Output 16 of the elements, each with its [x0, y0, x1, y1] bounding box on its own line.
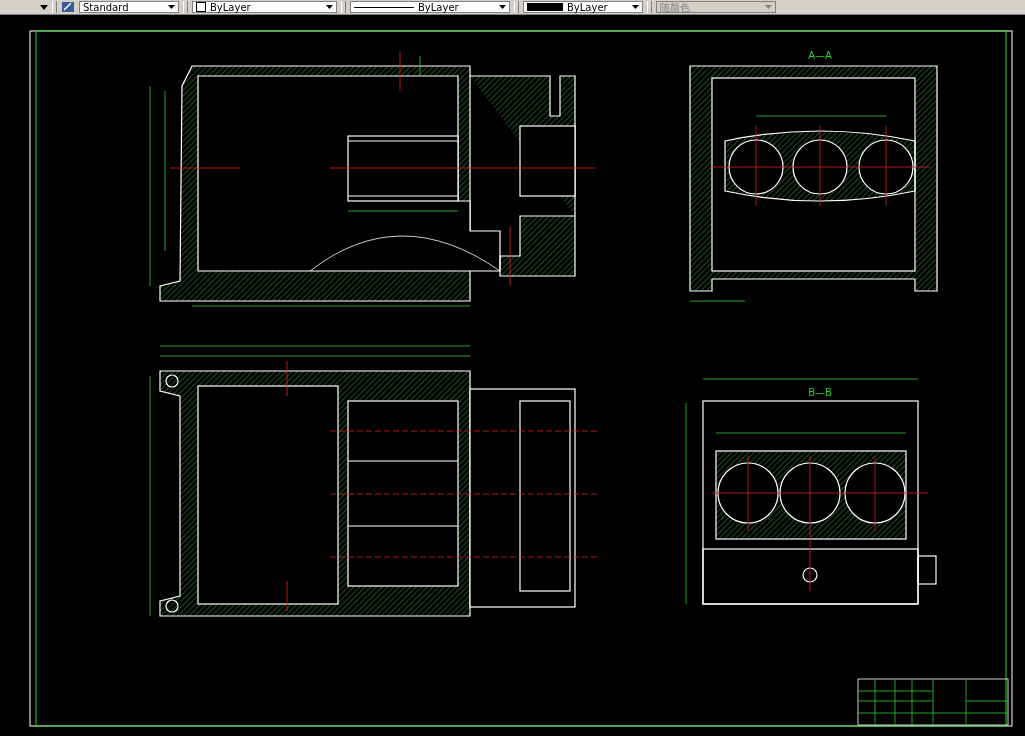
- dropdown-arrow-icon: [499, 5, 506, 9]
- lineweight-dropdown[interactable]: ByLayer: [523, 1, 643, 13]
- lineweight-swatch-icon: [527, 3, 563, 11]
- color-dropdown[interactable]: ByLayer: [192, 1, 337, 13]
- dropdown-arrow-icon[interactable]: [40, 4, 48, 10]
- linetype-dropdown[interactable]: ByLayer: [350, 1, 510, 13]
- dropdown-arrow-icon: [632, 5, 639, 9]
- dropdown-arrow-icon: [326, 5, 333, 9]
- dropdown-arrow-icon: [765, 5, 772, 9]
- text-style-icon[interactable]: [61, 1, 75, 13]
- dropdown-arrow-icon: [168, 5, 175, 9]
- line-sample-icon: [354, 6, 414, 8]
- section-label: B—B: [808, 387, 832, 398]
- textstyle-dropdown[interactable]: Standard: [79, 1, 179, 13]
- section-label: A—A: [808, 50, 832, 61]
- color-swatch-icon: [196, 2, 206, 12]
